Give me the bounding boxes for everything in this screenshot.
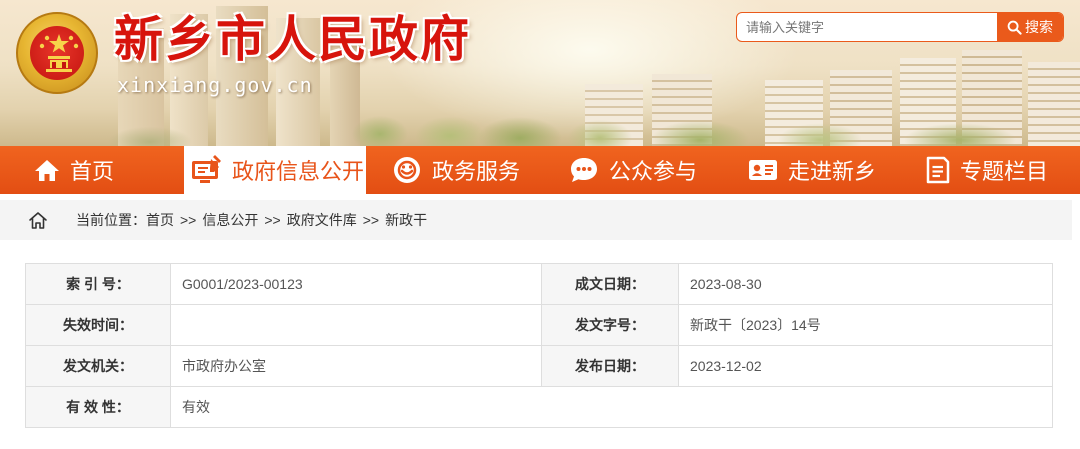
publish-date-value: 2023-12-02 [678,345,1053,387]
table-row: 发文机关： 市政府办公室 发布日期： 2023-12-02 [25,345,1053,387]
doc-no-label: 发文字号： [541,304,679,346]
nav-item-label: 政务服务 [432,159,521,184]
home-icon[interactable] [28,211,48,230]
issuer-label: 发文机关： [25,345,171,387]
nav-item-special-topics[interactable]: 专题栏目 [924,146,1048,194]
id-card-icon [748,158,778,182]
breadcrumb-item-info-disclosure[interactable]: 信息公开 [202,210,258,230]
expiry-value [170,304,542,346]
doc-no-value: 新政干〔2023〕14号 [678,304,1053,346]
breadcrumb-item-category[interactable]: 新政干 [385,210,427,230]
nav-item-label: 走进新乡 [788,159,877,184]
document-info-table: 索 引 号： G0001/2023-00123 成文日期： 2023-08-30… [25,263,1053,428]
table-row: 有 效 性： 有效 [25,386,1053,428]
breadcrumb-prefix: 当前位置： [76,212,146,228]
table-row: 失效时间： 发文字号： 新政干〔2023〕14号 [25,304,1053,346]
nav-item-gov-service[interactable]: 政务服务 [392,146,520,194]
monitor-edit-icon [190,155,222,185]
national-emblem-icon [16,12,98,94]
search-icon [1007,20,1025,35]
search-button[interactable]: 搜索 [997,13,1063,41]
main-nav: 首页 政府信息公开 政务服务 公众参与 走进新乡 专题栏目 [0,146,1080,194]
breadcrumb-separator: >> [362,212,380,228]
breadcrumb-separator: >> [264,212,281,228]
breadcrumb-item-document-library[interactable]: 政府文件库 [287,210,357,230]
index-no-value: G0001/2023-00123 [170,263,542,305]
breadcrumb: 当前位置： 首页 >> 信息公开 >> 政府文件库 >> 新政干 [0,200,1072,240]
header-banner: 新乡市人民政府 xinxiang.gov.cn 搜索 [0,0,1080,146]
nav-item-gov-info[interactable]: 政府信息公开 [184,146,366,194]
search-input[interactable] [737,13,999,41]
issuer-value: 市政府办公室 [170,345,542,387]
search-box: 搜索 [736,12,1064,42]
publish-date-label: 发布日期： [541,345,679,387]
table-row: 索 引 号： G0001/2023-00123 成文日期： 2023-08-30 [25,263,1053,305]
home-icon [34,158,60,182]
written-date-label: 成文日期： [541,263,679,305]
breadcrumb-item-home[interactable]: 首页 [146,210,174,230]
nav-item-label: 政府信息公开 [232,159,365,184]
banner-trees [0,104,1080,146]
validity-value: 有效 [170,386,1053,428]
nav-item-label: 首页 [70,159,115,184]
index-no-label: 索 引 号： [25,263,171,305]
site-title: 新乡市人民政府 [114,11,472,68]
chat-bubble-icon [569,156,599,184]
validity-label: 有 效 性： [25,386,171,428]
nav-item-public-participation[interactable]: 公众参与 [569,146,697,194]
document-icon [924,156,950,184]
nav-item-about-xinxiang[interactable]: 走进新乡 [748,146,876,194]
search-button-label: 搜索 [1025,19,1053,35]
nav-item-label: 公众参与 [609,159,698,184]
site-domain: xinxiang.gov.cn [117,73,313,97]
nav-item-home[interactable]: 首页 [34,146,114,194]
expiry-label: 失效时间： [25,304,171,346]
written-date-value: 2023-08-30 [678,263,1053,305]
service-icon [392,155,422,185]
nav-item-label: 专题栏目 [960,159,1049,184]
breadcrumb-separator: >> [180,212,197,228]
